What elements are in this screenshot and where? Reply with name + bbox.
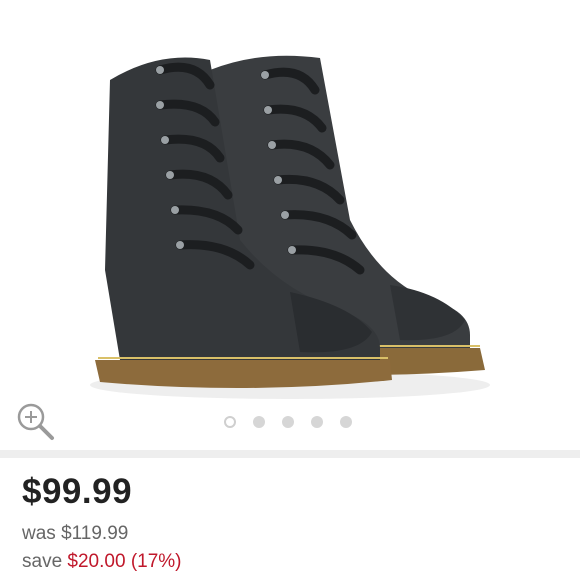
product-image[interactable] bbox=[60, 30, 520, 410]
save-label: save bbox=[22, 551, 63, 572]
carousel-dot[interactable] bbox=[253, 416, 265, 428]
carousel-dot[interactable] bbox=[340, 416, 352, 428]
current-price: $99.99 bbox=[22, 472, 133, 511]
carousel-dot[interactable] bbox=[311, 416, 323, 428]
price-section: $99.99 was $119.99 save $20.00 (17%) bbox=[0, 458, 580, 580]
original-price-line: was $119.99 bbox=[22, 523, 128, 545]
save-percent: (17%) bbox=[130, 551, 182, 572]
carousel-dots bbox=[224, 416, 352, 428]
carousel-dot[interactable] bbox=[282, 416, 294, 428]
was-price: $119.99 bbox=[61, 523, 129, 544]
section-divider bbox=[0, 450, 580, 458]
savings-line: save $20.00 (17%) bbox=[22, 551, 182, 573]
product-gallery[interactable] bbox=[0, 0, 580, 450]
was-label: was bbox=[22, 523, 56, 544]
save-amount: $20.00 bbox=[67, 551, 126, 572]
zoom-in-icon[interactable] bbox=[14, 400, 56, 442]
carousel-dot[interactable] bbox=[224, 416, 236, 428]
